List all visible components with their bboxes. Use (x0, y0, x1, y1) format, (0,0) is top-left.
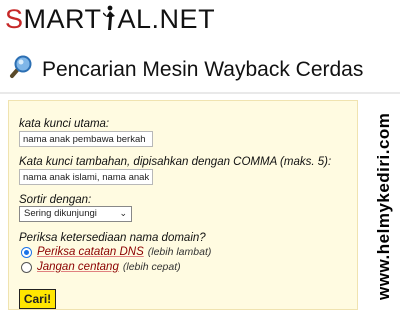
logo-text-mart: MART (23, 4, 102, 34)
main-keyword-label: kata kunci utama: (19, 118, 110, 130)
radio-option-note: (lebih cepat) (122, 261, 181, 273)
divider (0, 92, 400, 94)
watermark: www.helmykediri.com (374, 112, 393, 300)
radio-option-label: Periksa catatan DNS (37, 246, 144, 258)
radio-option-skip[interactable]: Jangan centang (lebih cepat) (21, 261, 181, 273)
radio-button-selected[interactable] (21, 246, 32, 258)
search-button[interactable]: Cari! (19, 289, 56, 309)
extra-keywords-input[interactable] (19, 169, 153, 185)
radio-option-note: (lebih lambat) (147, 246, 212, 258)
title-row: Pencarian Mesin Wayback Cerdas (8, 55, 363, 84)
chevron-down-icon: ⌄ (119, 208, 127, 218)
magnifier-icon (8, 55, 34, 84)
main-keyword-input[interactable] (19, 131, 153, 147)
sort-label: Sortir dengan: (19, 194, 92, 206)
sort-select[interactable]: Sering dikunjungi ⌄ (19, 206, 132, 222)
figure-icon (102, 5, 117, 38)
extra-keywords-label: Kata kunci tambahan, dipisahkan dengan C… (19, 156, 332, 168)
radio-option-label: Jangan centang (37, 261, 119, 273)
radio-button[interactable] (21, 261, 32, 273)
page-title: Pencarian Mesin Wayback Cerdas (42, 57, 364, 81)
radio-option-dns[interactable]: Periksa catatan DNS (lebih lambat) (21, 246, 211, 258)
domain-check-label: Periksa ketersediaan nama domain? (19, 232, 206, 244)
site-logo[interactable]: SMART AL.NET (5, 4, 215, 38)
sort-select-value: Sering dikunjungi (24, 208, 97, 219)
search-form-panel: kata kunci utama: Kata kunci tambahan, d… (8, 100, 358, 310)
logo-text-al-net: AL.NET (117, 4, 216, 34)
logo-letter-s: S (5, 4, 24, 34)
